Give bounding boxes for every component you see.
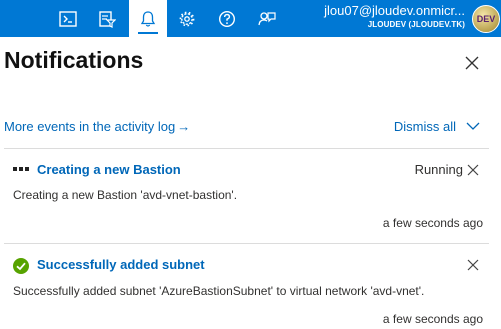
divider bbox=[4, 148, 489, 149]
directory-subscription-filter-button[interactable] bbox=[88, 0, 126, 37]
account-menu[interactable]: jlou07@jloudev.onmicr... JLOUDEV (JLOUDE… bbox=[324, 3, 465, 30]
feedback-button[interactable] bbox=[248, 0, 286, 37]
notification-title[interactable]: Successfully added subnet bbox=[37, 257, 205, 272]
notification-status: Running bbox=[414, 162, 463, 177]
in-progress-dots-icon bbox=[13, 167, 29, 171]
dismiss-all-label: Dismiss all bbox=[393, 119, 456, 134]
notification-message: Successfully added subnet 'AzureBastionS… bbox=[13, 284, 425, 298]
activity-log-link-label: More events in the activity log bbox=[4, 119, 176, 134]
notifications-button[interactable] bbox=[129, 0, 167, 37]
dismiss-all-button[interactable]: Dismiss all bbox=[394, 119, 480, 134]
help-button[interactable] bbox=[208, 0, 246, 37]
feedback-icon bbox=[258, 11, 276, 25]
cloud-shell-button[interactable] bbox=[49, 0, 87, 37]
account-email: jlou07@jloudev.onmicr... bbox=[324, 3, 465, 18]
notification-title[interactable]: Creating a new Bastion bbox=[37, 162, 181, 177]
cloud-shell-icon bbox=[59, 10, 77, 27]
avatar[interactable]: DEV bbox=[472, 5, 500, 33]
top-navigation-bar: jlou07@jloudev.onmicr... JLOUDEV (JLOUDE… bbox=[0, 0, 501, 37]
arrow-right-icon: → bbox=[177, 119, 191, 134]
help-icon bbox=[218, 10, 236, 27]
settings-button[interactable] bbox=[168, 0, 206, 37]
avatar-text: DEV bbox=[476, 14, 496, 24]
success-check-icon bbox=[13, 258, 29, 274]
notification-message: Creating a new Bastion 'avd-vnet-bastion… bbox=[13, 188, 238, 202]
close-icon[interactable] bbox=[463, 54, 481, 72]
close-icon[interactable] bbox=[467, 164, 479, 176]
activity-log-link[interactable]: More events in the activity log → bbox=[4, 119, 190, 134]
divider bbox=[4, 243, 489, 244]
gear-icon bbox=[179, 11, 195, 26]
account-tenant: JLOUDEV (JLOUDEV.TK) bbox=[367, 20, 465, 29]
notification-timestamp: a few seconds ago bbox=[382, 312, 483, 326]
panel-title: Notifications bbox=[4, 47, 144, 73]
notification-timestamp: a few seconds ago bbox=[382, 216, 483, 230]
close-icon[interactable] bbox=[467, 259, 479, 271]
bell-icon bbox=[140, 10, 156, 27]
directory-filter-icon bbox=[99, 10, 116, 28]
chevron-down-icon bbox=[466, 122, 480, 130]
